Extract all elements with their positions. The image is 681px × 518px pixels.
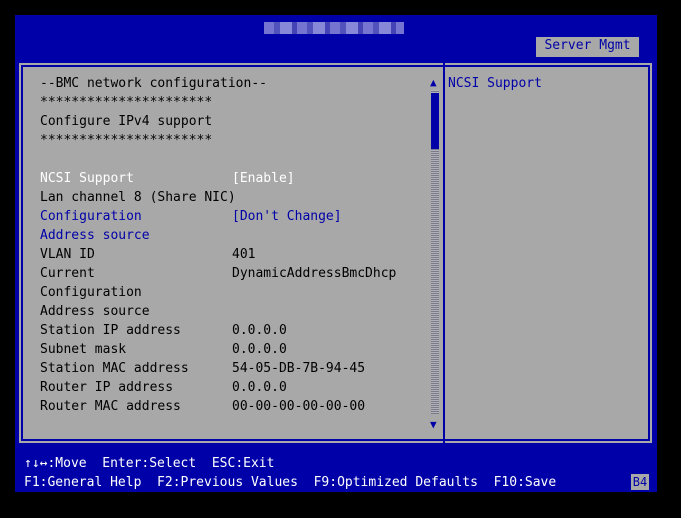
current-config-label: Current: [40, 266, 95, 281]
vlan-id-label: VLAN ID: [40, 247, 95, 262]
scroll-up-icon[interactable]: ▲: [430, 77, 437, 88]
section-heading: --BMC network configuration--: [40, 76, 267, 91]
current-config-label-2: Configuration: [40, 285, 142, 300]
subnet-mask-value: 0.0.0.0: [232, 342, 287, 357]
footer-nav-hints: ↑↓↔:Move Enter:Select ESC:Exit: [24, 456, 275, 471]
lan-channel-label: Lan channel 8 (Share NIC): [40, 190, 236, 205]
separator-text: **********************: [40, 133, 213, 148]
post-code-badge: B4: [631, 474, 649, 490]
footer: ↑↓↔:Move Enter:Select ESC:Exit F1:Genera…: [17, 454, 657, 490]
footer-function-keys: F1:General Help F2:Previous Values F9:Op…: [24, 475, 557, 490]
blurred-title: [264, 22, 404, 34]
separator-text: **********************: [40, 95, 213, 110]
scrollbar-thumb[interactable]: [431, 93, 439, 149]
ncsi-support-label[interactable]: NCSI Support: [40, 169, 134, 188]
station-mac-label: Station MAC address: [40, 361, 189, 376]
current-config-label-3: Address source: [40, 304, 150, 319]
scroll-down-icon[interactable]: ▼: [430, 419, 437, 430]
subnet-mask-label: Subnet mask: [40, 342, 127, 357]
station-ip-value: 0.0.0.0: [232, 323, 287, 338]
ncsi-support-value[interactable]: [Enable]: [232, 169, 295, 188]
subsection-heading: Configure IPv4 support: [40, 114, 213, 129]
config-address-source-label[interactable]: Configuration: [40, 207, 142, 226]
tab-server-mgmt[interactable]: Server Mgmt: [536, 37, 639, 57]
router-ip-label: Router IP address: [40, 380, 174, 395]
config-address-source-label-2[interactable]: Address source: [40, 226, 150, 245]
help-text: NCSI Support: [448, 76, 542, 91]
router-ip-value: 0.0.0.0: [232, 380, 287, 395]
station-mac-value: 54-05-DB-7B-94-45: [232, 361, 366, 376]
current-config-value: DynamicAddressBmcDhcp: [232, 266, 397, 281]
router-mac-value: 00-00-00-00-00-00: [232, 399, 366, 414]
panel-divider: [443, 63, 445, 443]
config-address-source-value[interactable]: [Don't Change]: [232, 207, 342, 226]
vlan-id-value: 401: [232, 247, 256, 262]
router-mac-label: Router MAC address: [40, 399, 181, 414]
station-ip-label: Station IP address: [40, 323, 181, 338]
